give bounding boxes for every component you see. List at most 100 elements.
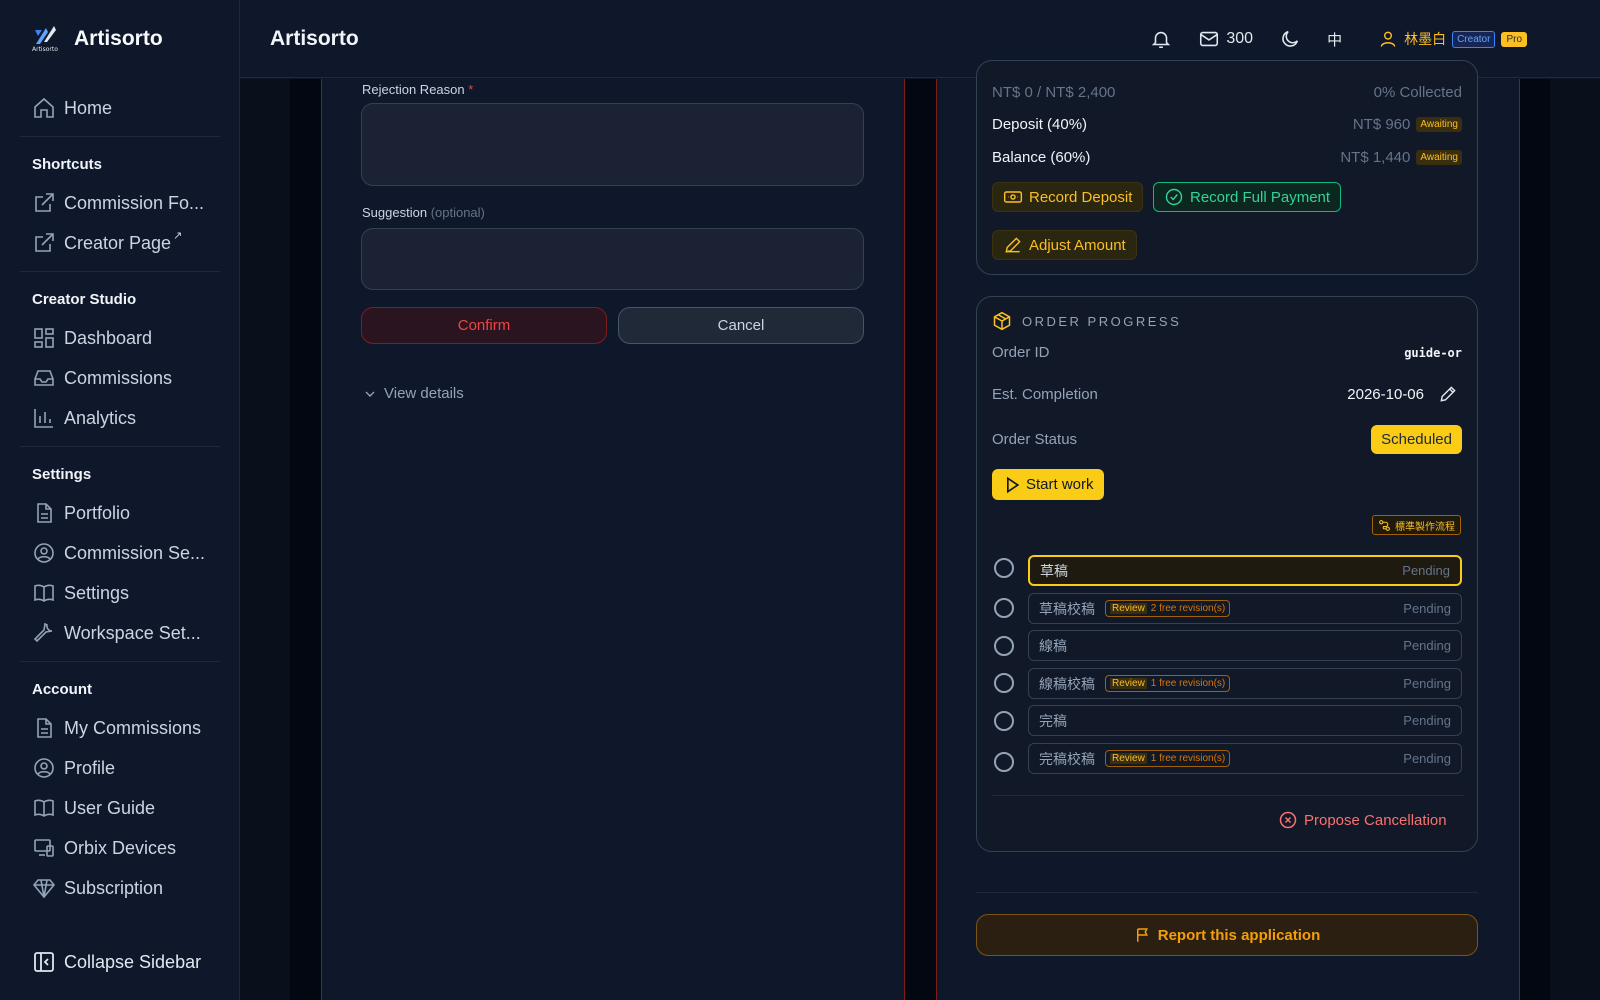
sidebar-item-dashboard[interactable]: Dashboard xyxy=(20,318,220,358)
start-work-button[interactable]: Start work xyxy=(992,469,1104,500)
step-checkbox[interactable] xyxy=(994,711,1014,731)
adjust-amount-button[interactable]: Adjust Amount xyxy=(992,230,1137,260)
user-circle-icon xyxy=(34,543,54,563)
sidebar-item-label: Portfolio xyxy=(64,502,131,523)
step-item[interactable]: 線稿 Pending xyxy=(1028,630,1462,661)
brand[interactable]: Artisorto Artisorto xyxy=(32,24,163,56)
brand-logo-text: Artisorto xyxy=(32,46,58,53)
collapse-sidebar-button[interactable]: Collapse Sidebar xyxy=(32,950,201,974)
sidebar-item-analytics[interactable]: Analytics xyxy=(20,398,220,438)
sidebar-item-portfolio[interactable]: Portfolio xyxy=(20,493,220,533)
sidebar-item-workspace-settings[interactable]: Workspace Set... xyxy=(20,613,220,653)
sidebar-collapse-icon xyxy=(34,952,54,972)
sidebar-nav: Home Shortcuts Commission Fo... Creator … xyxy=(20,88,220,908)
step-checkbox[interactable] xyxy=(994,598,1014,618)
bar-chart-icon xyxy=(34,409,53,428)
step-checkbox[interactable] xyxy=(994,558,1014,578)
record-full-payment-label: Record Full Payment xyxy=(1190,188,1331,206)
book-icon xyxy=(34,799,54,817)
deposit-value: NT$ 960 Awaiting xyxy=(1353,116,1462,133)
workflow-icon xyxy=(1379,519,1390,531)
chevron-down-icon xyxy=(365,391,375,397)
view-details-label: View details xyxy=(384,385,464,402)
document-icon xyxy=(37,718,52,738)
step-item[interactable]: 線稿校稿 Review 1 free revision(s) Pending xyxy=(1028,668,1462,699)
adjust-amount-label: Adjust Amount xyxy=(1029,236,1126,254)
language-button[interactable]: 中 xyxy=(1327,29,1342,50)
check-circle-icon xyxy=(1165,188,1183,206)
step-item[interactable]: 草稿 Pending xyxy=(1028,555,1462,586)
review-label: Review xyxy=(1110,753,1147,764)
sidebar-item-label: Commission Se... xyxy=(64,542,206,563)
review-badge: Review 1 free revision(s) xyxy=(1105,675,1231,692)
external-link-icon xyxy=(35,193,54,212)
mail-icon xyxy=(1200,31,1219,47)
suggestion-input[interactable] xyxy=(361,228,864,290)
step-item[interactable]: 草稿校稿 Review 2 free revision(s) Pending xyxy=(1028,593,1462,624)
sidebar-item-commission-settings[interactable]: Commission Se... xyxy=(20,533,220,573)
step-checkbox[interactable] xyxy=(994,673,1014,693)
user-circle-icon xyxy=(34,758,54,778)
sidebar-item-label: My Commissions xyxy=(64,717,202,738)
document-icon xyxy=(37,503,52,523)
step-status: Pending xyxy=(1403,601,1451,616)
step-status: Pending xyxy=(1403,751,1451,766)
section-title-creator-studio: Creator Studio xyxy=(32,290,137,308)
record-full-payment-button[interactable]: Record Full Payment xyxy=(1153,182,1342,212)
confirm-button[interactable]: Confirm xyxy=(361,307,607,344)
sidebar-item-label: Subscription xyxy=(64,877,164,898)
rejection-reason-label: Rejection Reason * xyxy=(362,82,473,97)
sidebar-item-commission-form[interactable]: Commission Fo... xyxy=(20,183,220,223)
step-name: 草稿校稿 xyxy=(1039,601,1095,618)
sidebar-item-orbix-devices[interactable]: Orbix Devices xyxy=(20,828,220,868)
order-status-label: Order Status xyxy=(992,431,1078,448)
review-badge: Review 1 free revision(s) xyxy=(1105,750,1231,767)
record-deposit-button[interactable]: Record Deposit xyxy=(992,182,1144,212)
sidebar-item-label: Profile xyxy=(64,757,116,778)
divider xyxy=(976,892,1478,893)
balance-value: NT$ 1,440 Awaiting xyxy=(1340,149,1462,166)
wrench-icon xyxy=(33,622,53,643)
package-icon xyxy=(993,311,1011,331)
theme-toggle-button[interactable] xyxy=(1279,28,1301,50)
sidebar-item-label: Commissions xyxy=(64,367,173,388)
sidebar-item-subscription[interactable]: Subscription xyxy=(20,868,220,908)
user-icon xyxy=(1380,31,1396,47)
order-status-badge: Scheduled xyxy=(1371,425,1462,454)
required-marker: * xyxy=(468,82,474,97)
edit-date-pencil-icon[interactable] xyxy=(1438,384,1458,404)
brand-name: Artisorto xyxy=(74,27,163,50)
cancel-button[interactable]: Cancel xyxy=(618,307,864,344)
step-item[interactable]: 完稿校稿 Review 1 free revision(s) Pending xyxy=(1028,743,1462,774)
sidebar-item-my-commissions[interactable]: My Commissions xyxy=(20,708,220,748)
sidebar-item-home[interactable]: Home xyxy=(20,88,220,128)
propose-cancellation-button[interactable]: Propose Cancellation xyxy=(1278,810,1447,830)
sidebar-item-profile[interactable]: Profile xyxy=(20,748,220,788)
devices-icon xyxy=(34,839,54,857)
section-title-account: Account xyxy=(32,680,92,698)
rejection-reason-input[interactable] xyxy=(361,103,864,186)
diamond-icon xyxy=(32,879,56,899)
user-name: 林墨白 xyxy=(1404,32,1447,48)
sidebar-item-creator-page[interactable]: Creator Page ↗ xyxy=(20,223,220,263)
step-status: Pending xyxy=(1403,676,1451,691)
step-checkbox[interactable] xyxy=(994,752,1014,772)
deposit-label: Deposit (40%) xyxy=(992,116,1088,133)
header-actions: 300 中 林墨白 Creator Pro xyxy=(1150,26,1527,52)
messages-button[interactable]: 300 xyxy=(1198,28,1253,50)
inbox-icon xyxy=(34,370,54,386)
report-application-button[interactable]: Report this application xyxy=(976,914,1478,956)
workflow-template-label: 標準製作流程 xyxy=(1395,521,1455,533)
workflow-template-tag[interactable]: 標準製作流程 xyxy=(1372,515,1461,535)
view-details-toggle[interactable]: View details xyxy=(362,385,464,402)
sidebar-item-settings[interactable]: Settings xyxy=(20,573,220,613)
divider xyxy=(20,271,220,272)
notifications-button[interactable] xyxy=(1150,28,1172,50)
user-menu-button[interactable]: 林墨白 Creator Pro xyxy=(1378,29,1527,49)
sidebar-item-user-guide[interactable]: User Guide xyxy=(20,788,220,828)
step-item[interactable]: 完稿 Pending xyxy=(1028,705,1462,736)
order-id-value: guide-or xyxy=(1404,345,1462,360)
step-checkbox[interactable] xyxy=(994,636,1014,656)
sidebar-item-commissions[interactable]: Commissions xyxy=(20,358,220,398)
moon-icon xyxy=(1282,30,1299,47)
